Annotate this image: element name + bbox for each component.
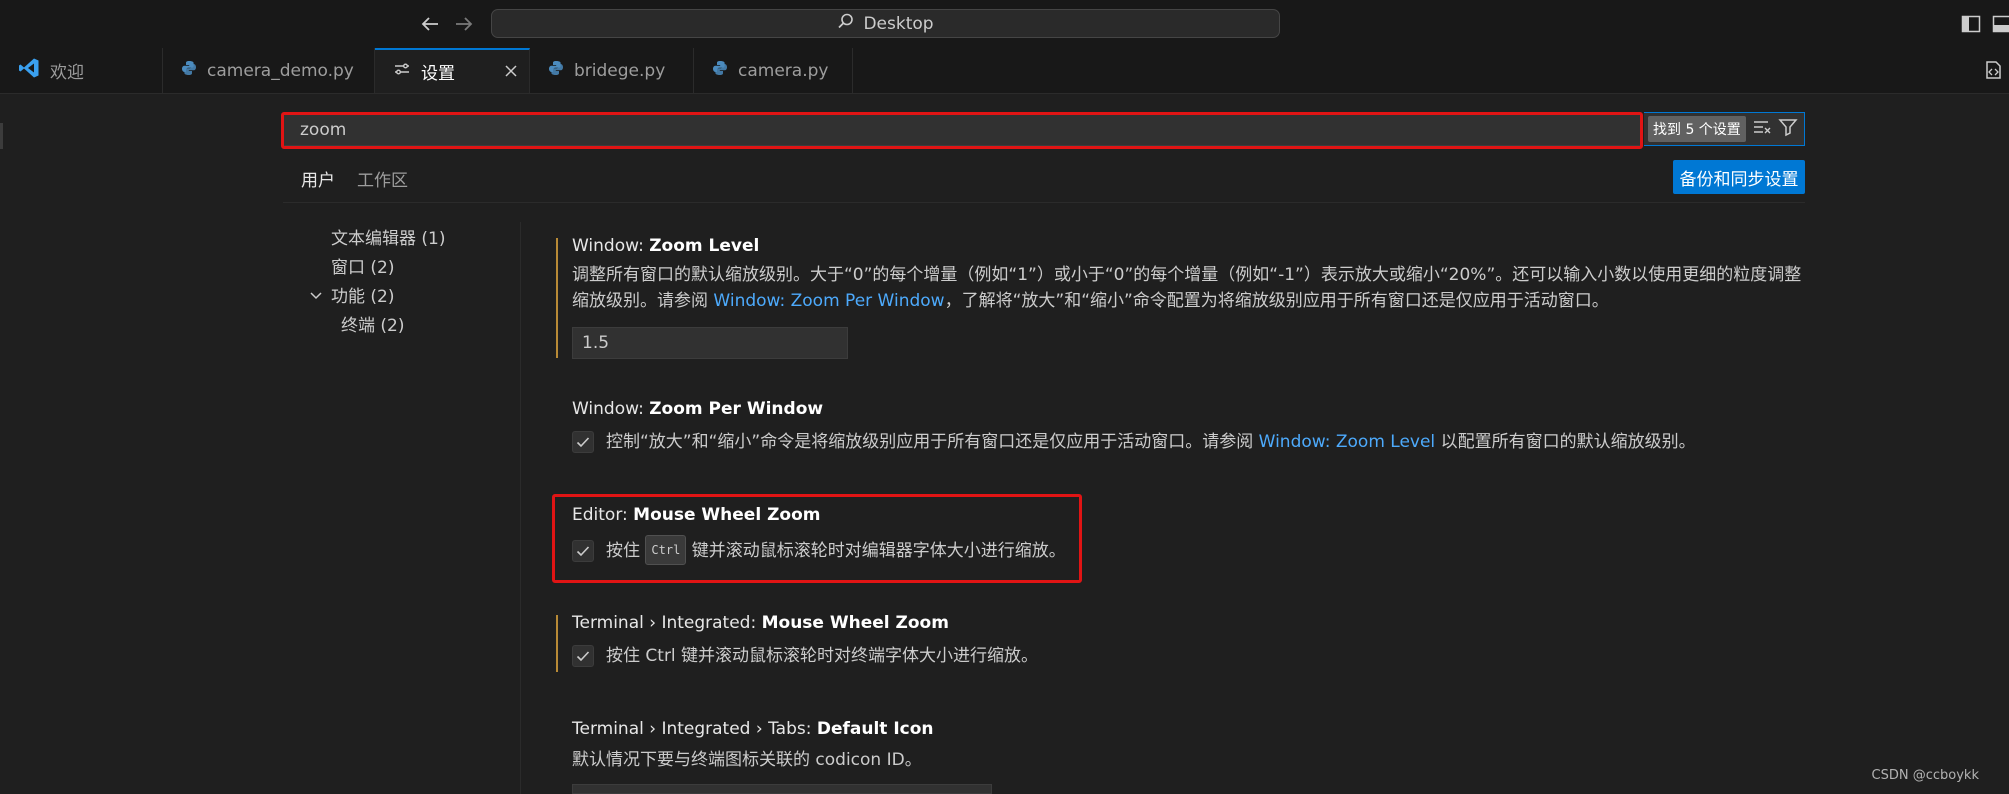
link-zoom-per-window[interactable]: Window: Zoom Per Window: [713, 291, 944, 311]
scope-tab-user[interactable]: 用户: [291, 166, 345, 203]
toggle-panel-icon[interactable]: [1992, 14, 2009, 34]
checkmark-icon: [576, 651, 590, 662]
tab-label: camera_demo.py: [207, 60, 354, 81]
search-icon: [837, 12, 855, 35]
command-center[interactable]: Desktop: [491, 9, 1280, 38]
setting-description: 按住 Ctrl 键并滚动鼠标滚轮时对终端字体大小进行缩放。: [572, 643, 1812, 669]
default-icon-input[interactable]: [572, 784, 992, 794]
tab-label: 欢迎: [50, 63, 84, 83]
setting-description: 控制“放大”和“缩小”命令是将缩放级别应用于所有窗口还是仅应用于活动窗口。请参阅…: [572, 429, 1812, 455]
modified-indicator: [556, 615, 558, 672]
modified-indicator: [556, 238, 558, 358]
setting-title: Window: Zoom Level: [572, 236, 760, 256]
setting-title: Terminal › Integrated: Mouse Wheel Zoom: [572, 613, 949, 633]
filter-icon[interactable]: [1778, 117, 1798, 142]
terminal-mouse-wheel-zoom-checkbox[interactable]: [572, 645, 594, 667]
toc-item-terminal[interactable]: 终端 (2): [341, 311, 404, 336]
clear-filter-icon[interactable]: [1752, 118, 1772, 141]
search-result-count: 找到 5 个设置: [1648, 116, 1746, 142]
setting-terminal-mouse-wheel-zoom: Terminal › Integrated: Mouse Wheel Zoom …: [572, 613, 1812, 669]
tab-camera[interactable]: camera.py: [694, 48, 853, 93]
forward-arrow-icon[interactable]: [450, 10, 478, 38]
setting-window-zoom-level: Window: Zoom Level 调整所有窗口的默认缩放级别。大于“0”的每…: [572, 236, 1812, 314]
toc-item-text-editor[interactable]: 文本编辑器 (1): [331, 224, 445, 249]
zoom-per-window-checkbox[interactable]: [572, 431, 594, 453]
link-zoom-level[interactable]: Window: Zoom Level: [1259, 432, 1436, 452]
backup-sync-button[interactable]: 备份和同步设置: [1673, 160, 1805, 194]
setting-window-zoom-per-window: Window: Zoom Per Window 控制“放大”和“缩小”命令是将缩…: [572, 399, 1812, 455]
tab-welcome[interactable]: 欢迎: [0, 48, 163, 93]
toggle-sidebar-icon[interactable]: [1961, 14, 1981, 34]
watermark: CSDN @ccboykk: [1871, 768, 1979, 783]
tab-label: bridege.py: [574, 60, 666, 81]
tab-label: 设置: [421, 64, 455, 84]
search-actions: 找到 5 个设置: [1644, 112, 1805, 146]
back-arrow-icon[interactable]: [416, 10, 444, 38]
scope-divider: [283, 202, 1805, 203]
highlight-box-editor-zoom: [552, 494, 1082, 583]
scroll-indicator: [0, 123, 3, 149]
python-file-icon: [548, 60, 564, 81]
setting-title: Window: Zoom Per Window: [572, 399, 824, 419]
setting-description: 调整所有窗口的默认缩放级别。大于“0”的每个增量（例如“1”）或小于“0”的每个…: [572, 265, 1802, 311]
vscode-logo-icon: [18, 57, 40, 84]
python-file-icon: [712, 60, 728, 81]
tab-label: camera.py: [738, 60, 829, 81]
command-center-label: Desktop: [863, 13, 934, 34]
toc-item-window[interactable]: 窗口 (2): [331, 253, 394, 278]
title-bar: Desktop: [0, 0, 2009, 49]
python-file-icon: [181, 60, 197, 81]
open-settings-json-icon[interactable]: [1982, 59, 2004, 81]
toc-item-features[interactable]: 功能 (2): [331, 282, 394, 307]
tab-bridege[interactable]: bridege.py: [530, 48, 694, 93]
setting-title: Terminal › Integrated › Tabs: Default Ic…: [572, 719, 934, 739]
close-icon[interactable]: [503, 60, 519, 84]
setting-terminal-default-icon: Terminal › Integrated › Tabs: Default Ic…: [572, 719, 1812, 773]
chevron-down-icon[interactable]: [309, 288, 323, 302]
settings-editor-icon: [393, 60, 411, 83]
scope-tab-workspace[interactable]: 工作区: [357, 166, 408, 202]
highlight-box-search: [281, 112, 1643, 149]
setting-description: 默认情况下要与终端图标关联的 codicon ID。: [572, 750, 922, 770]
checkmark-icon: [576, 437, 590, 448]
tab-settings[interactable]: 设置: [375, 48, 530, 93]
toc-divider: [520, 222, 521, 794]
tab-camera-demo[interactable]: camera_demo.py: [163, 48, 375, 93]
zoom-level-input[interactable]: 1.5: [572, 327, 848, 359]
editor-tab-bar: 欢迎 camera_demo.py 设置 bridege.py camera.p…: [0, 48, 2009, 94]
